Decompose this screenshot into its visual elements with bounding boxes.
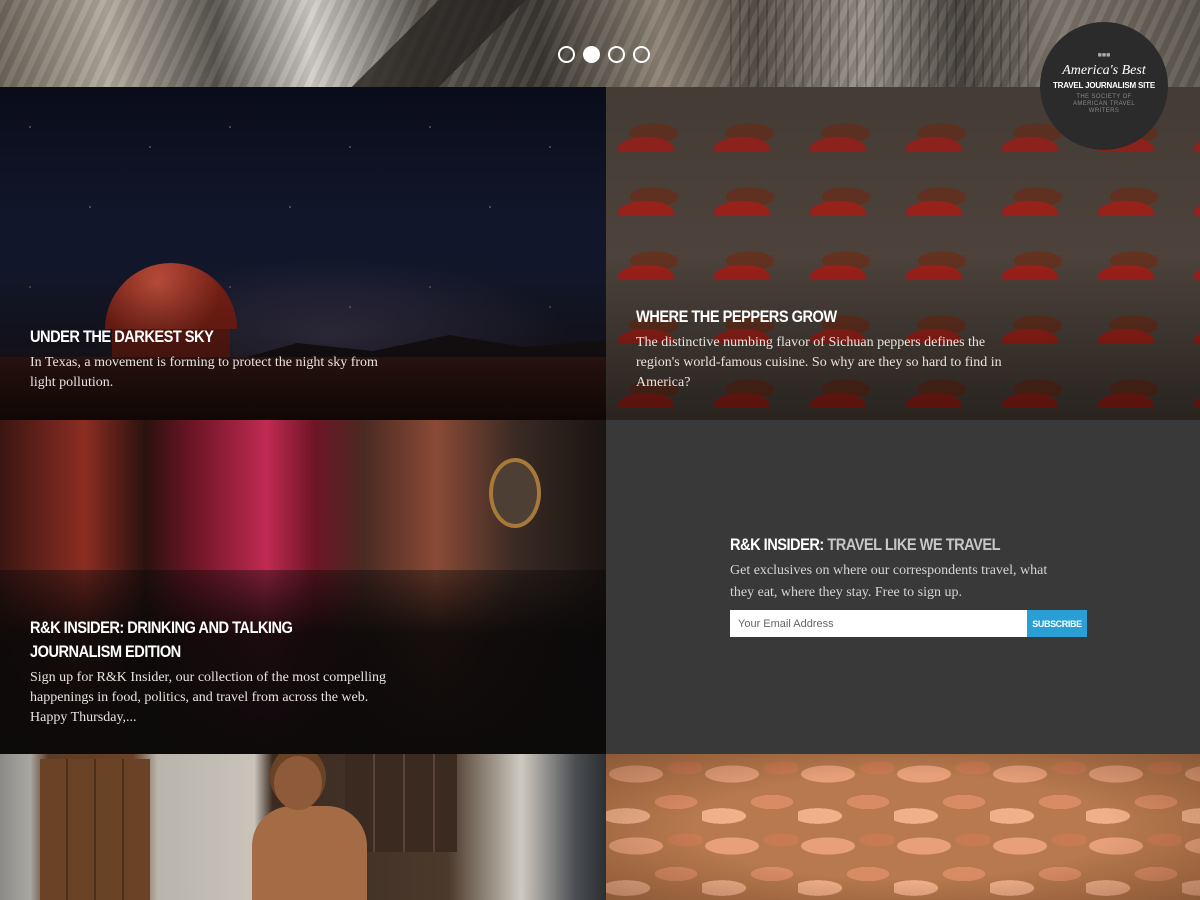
wooden-door xyxy=(40,759,150,900)
newsletter-title: R&K Insider: Travel Like We Travel xyxy=(730,533,1040,557)
award-badge[interactable]: ■■■ America's Best TRAVEL JOURNALISM SIT… xyxy=(1040,22,1168,150)
badge-line-2: TRAVEL JOURNALISM SITE xyxy=(1053,81,1155,90)
vignette xyxy=(606,754,1200,900)
carousel-dot-3[interactable] xyxy=(608,46,625,63)
story-title[interactable]: Under the Darkest Sky xyxy=(30,325,348,349)
badge-emblem-icon: ■■■ xyxy=(1097,51,1111,59)
newsletter-title-tagline: Travel Like We Travel xyxy=(827,535,1001,554)
newsletter-signup-panel: R&K Insider: Travel Like We Travel Get e… xyxy=(606,420,1200,754)
child-figure xyxy=(252,754,367,900)
story-tile-child-doorway[interactable] xyxy=(0,754,606,900)
story-tile-insider-drinking[interactable]: R&K Insider: Drinking and Talking Journa… xyxy=(0,420,606,754)
child-body xyxy=(252,806,367,900)
story-tile-shrimp[interactable] xyxy=(606,754,1200,900)
story-title[interactable]: Where the Peppers Grow xyxy=(636,305,963,329)
story-dek: The distinctive numbing flavor of Sichua… xyxy=(636,335,1002,390)
newsletter-title-brand: R&K Insider: xyxy=(730,535,824,554)
carousel-dot-1[interactable] xyxy=(558,46,575,63)
newsletter-signup: R&K Insider: Travel Like We Travel Get e… xyxy=(730,533,1090,637)
badge-line-3: THE SOCIETY OF AMERICAN TRAVEL WRITERS xyxy=(1072,94,1136,114)
carousel-dot-2[interactable] xyxy=(583,46,600,63)
story-dek: Sign up for R&K Insider, our collection … xyxy=(30,670,386,725)
email-field[interactable] xyxy=(730,610,1027,637)
carousel-dot-4[interactable] xyxy=(633,46,650,63)
hero-image-fabric xyxy=(730,0,1030,87)
badge-line-1: America's Best xyxy=(1062,63,1146,78)
story-dek: In Texas, a movement is forming to prote… xyxy=(30,355,378,390)
newsletter-description: Get exclusives on where our corresponden… xyxy=(730,563,1048,600)
story-caption: R&K Insider: Drinking and Talking Journa… xyxy=(30,616,390,728)
subscribe-button[interactable]: Subscribe xyxy=(1027,610,1087,637)
story-title-line-2[interactable]: Journalism Edition xyxy=(30,640,340,664)
hero-carousel[interactable] xyxy=(0,0,1200,87)
child-head xyxy=(274,756,322,810)
hero-image-shadow xyxy=(300,0,560,87)
ornate-mirror xyxy=(489,458,541,528)
carousel-pagination xyxy=(558,46,650,63)
story-tile-darkest-sky[interactable]: Under the Darkest Sky In Texas, a moveme… xyxy=(0,87,606,420)
story-caption: Under the Darkest Sky In Texas, a moveme… xyxy=(30,325,400,393)
story-title-line-1[interactable]: R&K Insider: Drinking and Talking xyxy=(30,616,340,640)
story-caption: Where the Peppers Grow The distinctive n… xyxy=(636,305,1016,393)
newsletter-form: Subscribe xyxy=(730,610,1090,637)
